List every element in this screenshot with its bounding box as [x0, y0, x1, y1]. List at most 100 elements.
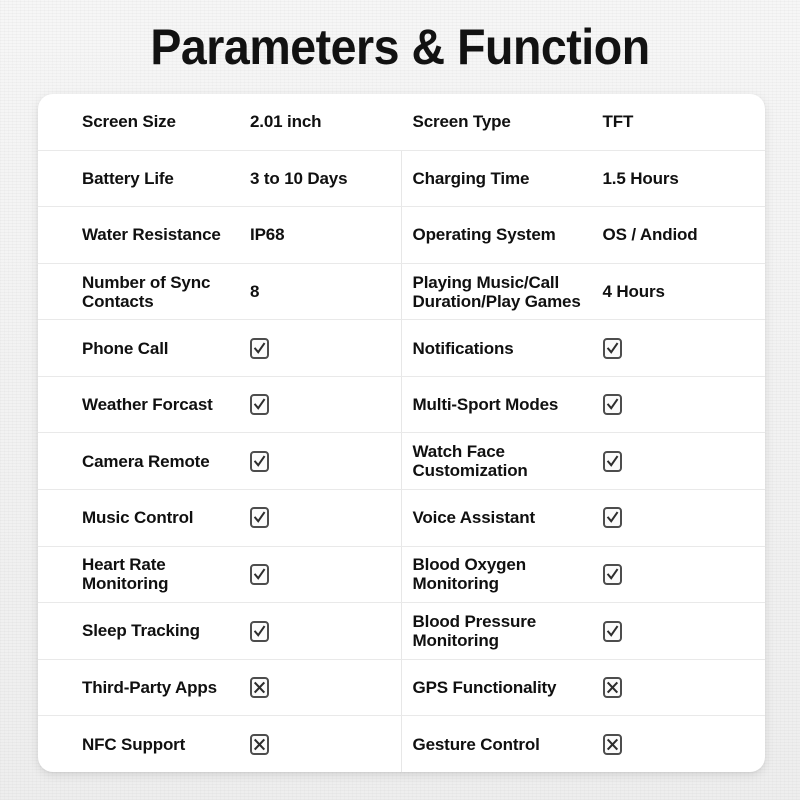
spec-value: 4 Hours: [602, 282, 665, 302]
cross-icon: [602, 733, 622, 755]
table-row: Third-Party Apps GPS Functionality: [38, 659, 766, 717]
spec-label: Voice Assistant: [412, 508, 536, 528]
check-icon: [602, 620, 622, 642]
cell-group-left: Battery Life 3 to 10 Days: [38, 150, 402, 207]
cell-group-left: Camera Remote: [38, 433, 402, 490]
table-row: Heart Rate Monitoring Blood Oxygen Monito…: [38, 546, 766, 604]
cell-group-left: Sleep Tracking: [38, 603, 402, 659]
spec-value: 2.01 inch: [250, 112, 322, 132]
spec-value: 1.5 Hours: [602, 168, 679, 188]
cell-group-left: Music Control: [38, 490, 402, 546]
spec-value-mark: [602, 337, 766, 359]
cell-group-right: Gesture Control: [402, 716, 766, 772]
spec-label: Camera Remote: [82, 451, 210, 471]
cell-group-left: Heart Rate Monitoring: [38, 546, 402, 603]
cell-group-right: Multi-Sport Modes: [402, 377, 766, 433]
table-row: Weather Forcast Multi-Sport Modes: [38, 376, 766, 434]
spec-label: Charging Time: [412, 168, 530, 188]
check-icon: [602, 337, 622, 359]
check-icon: [250, 620, 269, 642]
spec-label: Watch Face Customization: [412, 442, 528, 481]
spec-value-mark: [250, 620, 401, 642]
table-row: Screen Size 2.01 inch Screen Type TFT: [38, 94, 765, 151]
cell-group-left: NFC Support: [38, 716, 402, 772]
spec-value-mark: [602, 733, 766, 755]
check-icon: [250, 563, 269, 585]
cell-group-right: Screen Type TFT: [402, 94, 766, 150]
table-row: Music Control Voice Assistant: [38, 490, 765, 547]
spec-label: Number of Sync Contacts: [82, 272, 211, 311]
cross-icon: [250, 677, 269, 699]
table-row: Battery Life 3 to 10 Days Charging Time 1.5…: [38, 150, 766, 208]
spec-value: 3 to 10 Days: [250, 168, 348, 188]
cell-group-right: Blood Oxygen Monitoring: [402, 547, 766, 603]
spec-label: Multi-Sport Modes: [412, 395, 559, 415]
spec-value-mark: [250, 337, 401, 359]
table-row: Phone Call Notifications: [38, 320, 765, 377]
spec-value: IP68: [250, 225, 285, 245]
check-icon: [250, 507, 269, 529]
check-icon: [602, 507, 622, 529]
check-icon: [602, 563, 622, 585]
spec-value-mark: [602, 394, 766, 416]
check-icon: [250, 394, 269, 416]
spec-value-mark: [602, 620, 766, 642]
cell-group-right: Playing Music/Call Duration/Play Games 4 …: [402, 264, 766, 320]
spec-label: Gesture Control: [412, 734, 540, 754]
spec-value-mark: [250, 563, 401, 585]
cell-group-right: Voice Assistant: [402, 490, 766, 546]
cross-icon: [602, 677, 622, 699]
spec-sheet-page: Parameters & Function Screen Size 2.01 in…: [0, 0, 800, 800]
cross-icon: [250, 733, 269, 755]
cell-group-left: Screen Size 2.01 inch: [38, 94, 402, 150]
check-icon: [602, 394, 622, 416]
spec-label: GPS Functionality: [412, 678, 557, 698]
spec-value-mark: [250, 733, 401, 755]
table-row: Camera Remote Watch Face Customization: [38, 433, 766, 491]
cell-group-right: GPS Functionality: [402, 660, 766, 716]
spec-label: Water Resistance: [82, 225, 221, 245]
cell-group-right: Charging Time 1.5 Hours: [402, 151, 766, 207]
spec-label: Battery Life: [82, 168, 174, 188]
cell-group-right: Notifications: [402, 320, 766, 376]
spec-label: Blood Oxygen Monitoring: [412, 555, 527, 594]
cell-group-left: Third-Party Apps: [38, 659, 402, 716]
spec-value-mark: [250, 507, 401, 529]
spec-value: TFT: [602, 112, 634, 132]
spec-label: Heart Rate Monitoring: [82, 555, 169, 594]
page-title: Parameters & Function: [150, 19, 650, 75]
spec-value-mark: [602, 563, 766, 585]
table-row: Sleep Tracking Blood Pressure Monitoring: [38, 603, 765, 660]
spec-label: Blood Pressure Monitoring: [412, 611, 537, 650]
spec-value: 8: [250, 282, 260, 302]
spec-value-mark: [250, 677, 401, 699]
spec-label: Phone Call: [82, 338, 169, 358]
parameters-table-card: Screen Size 2.01 inch Screen Type TFT Batter…: [38, 94, 765, 772]
spec-label: Sleep Tracking: [82, 621, 200, 641]
parameters-table: Screen Size 2.01 inch Screen Type TFT Batter…: [38, 94, 765, 772]
check-icon: [250, 450, 269, 472]
cell-group-left: Phone Call: [38, 320, 402, 376]
cell-group-right: Watch Face Customization: [402, 433, 766, 489]
spec-label: Screen Type: [412, 112, 511, 132]
spec-label: Operating System: [412, 225, 556, 245]
spec-label: Screen Size: [82, 112, 176, 132]
cell-group-right: Blood Pressure Monitoring: [402, 603, 766, 659]
spec-label: Weather Forcast: [82, 395, 213, 415]
spec-value-mark: [602, 677, 766, 699]
table-row: Water Resistance IP68 Operating System OS /…: [38, 207, 765, 264]
check-icon: [250, 337, 269, 359]
table-row: Number of Sync Contacts 8 Playing Music/Ca…: [38, 263, 766, 321]
table-row: NFC Support Gesture Control: [38, 716, 765, 772]
spec-label: Third-Party Apps: [82, 678, 217, 698]
spec-value: OS / Andiod: [602, 225, 698, 245]
spec-value-mark: [250, 450, 401, 472]
spec-value-mark: [250, 394, 401, 416]
spec-value-mark: [602, 450, 766, 472]
spec-label: NFC Support: [82, 734, 186, 754]
spec-label: Playing Music/Call Duration/Play Games: [412, 272, 581, 311]
cell-group-left: Water Resistance IP68: [38, 207, 402, 263]
cell-group-left: Number of Sync Contacts 8: [38, 263, 402, 320]
cell-group-right: Operating System OS / Andiod: [402, 207, 766, 263]
spec-label: Music Control: [82, 508, 194, 528]
